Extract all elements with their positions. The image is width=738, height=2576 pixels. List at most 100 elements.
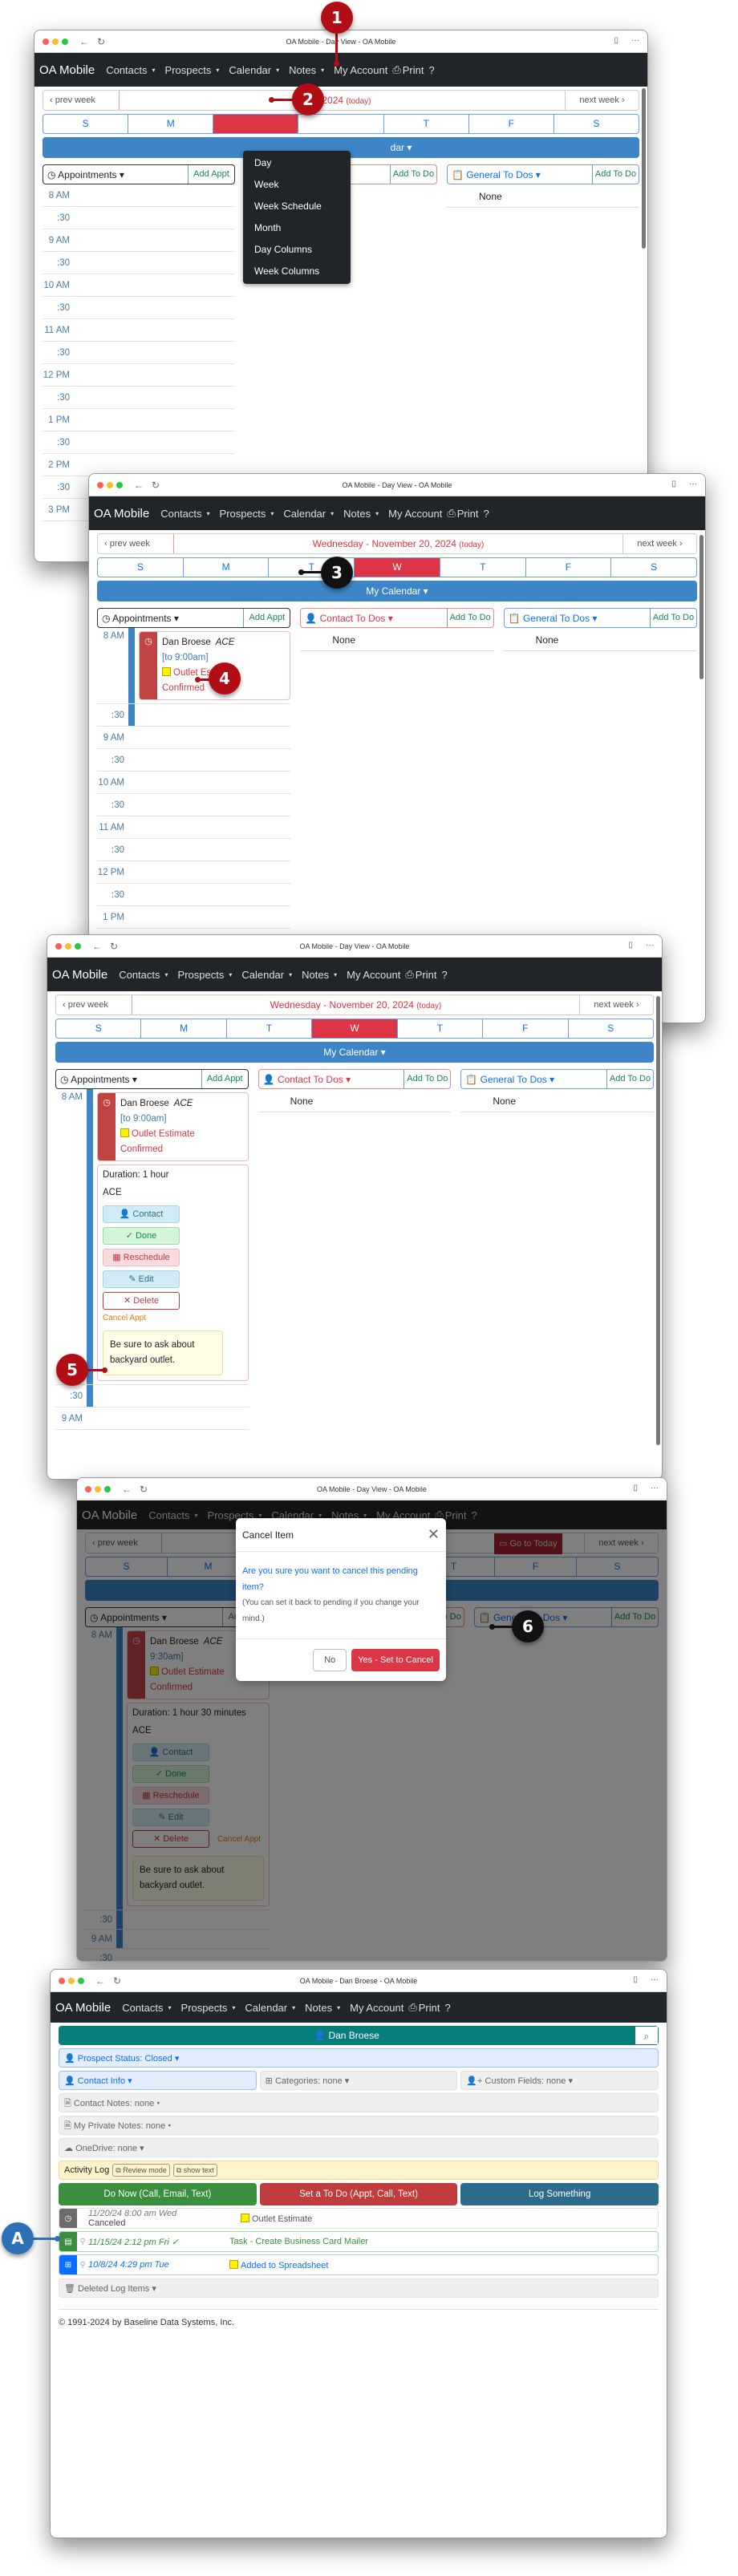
caret-down-icon[interactable]: ▾ [232,2004,235,2011]
day-fri[interactable]: F [483,1019,569,1038]
nav-help[interactable]: ? [428,64,434,76]
day-tue[interactable] [213,115,299,133]
add-appt-button[interactable]: Add Appt [201,1070,248,1088]
nav-contacts[interactable]: Contacts [122,2002,163,2014]
back-arrow-icon[interactable]: ← [122,1484,132,1495]
printer-icon[interactable]: ⎙ [392,63,400,76]
time-slot[interactable]: :30 [43,342,235,364]
nav-print[interactable]: Print [403,64,424,76]
caret-down-icon[interactable]: ▾ [229,971,232,978]
do-now-button[interactable]: Do Now (Call, Email, Text) [59,2183,257,2205]
menu-item-month[interactable]: Month [243,217,351,239]
appointments-dropdown[interactable]: ◷ Appointments ▾ [98,613,243,624]
no-button[interactable]: No [313,1649,347,1671]
log-item[interactable]: ▤ ⚲ 11/15/24 2:12 pm Fri ✓ Task - Create … [59,2231,659,2252]
nav-prospects[interactable]: Prospects [220,508,266,520]
more-icon[interactable]: ··· [651,1975,659,1984]
time-slot[interactable]: 12 PM [97,861,291,884]
day-sun[interactable]: S [43,115,129,133]
custom-fields-dropdown[interactable]: 👤+ Custom Fields: none ▾ [460,2071,659,2090]
close-window-button[interactable] [97,481,103,488]
day-mon[interactable]: M [184,558,270,577]
caret-down-icon[interactable]: ▾ [334,971,337,978]
set-todo-button[interactable]: Set a To Do (Appt, Call, Text) [259,2183,458,2205]
time-slot[interactable]: 10 AM [43,274,235,297]
reload-icon[interactable]: ↻ [152,480,160,491]
reload-icon[interactable]: ↻ [97,36,105,47]
onedrive-dropdown[interactable]: ☁ OneDrive: none ▾ [59,2138,659,2157]
menu-item-day[interactable]: Day [243,152,351,174]
nav-notes[interactable]: Notes [289,64,316,76]
add-appt-button[interactable]: Add Appt [243,609,290,627]
done-button[interactable]: ✓ Done [103,1227,180,1245]
my-calendar-dropdown[interactable]: My Calendar ▾ [97,581,697,601]
reschedule-button[interactable]: ▦ Reschedule [103,1249,180,1266]
day-sat[interactable]: S [554,115,639,133]
next-week-button[interactable]: next week › [622,534,696,553]
menu-item-week-columns[interactable]: Week Columns [243,261,351,282]
nav-help[interactable]: ? [483,508,489,520]
appointment-card[interactable]: ◷ Dan Broese ACE [to 9:00am] Outlet Estim… [97,1092,249,1161]
caret-down-icon[interactable]: ▾ [216,67,219,74]
nav-notes[interactable]: Notes [343,508,371,520]
yes-set-to-cancel-button[interactable]: Yes - Set to Cancel [351,1649,440,1671]
scrollbar[interactable] [699,535,704,679]
pin-icon[interactable]: ⚲ [77,2238,88,2246]
prev-week-button[interactable]: ‹ prev week [43,91,120,110]
more-icon[interactable]: ··· [646,941,654,950]
day-sun[interactable]: S [56,1019,142,1038]
nav-prospects[interactable]: Prospects [181,2002,228,2014]
time-slot[interactable]: 12 PM [43,364,235,387]
delete-button[interactable]: ✕ Delete [103,1292,180,1310]
day-fri[interactable]: F [526,558,612,577]
day-sat[interactable]: S [611,558,696,577]
nav-contacts[interactable]: Contacts [106,64,147,76]
caret-down-icon[interactable]: ▾ [165,971,168,978]
brand-logo[interactable]: OA Mobile [55,2001,111,2015]
menu-item-week-schedule[interactable]: Week Schedule [243,196,351,217]
day-fri[interactable]: F [469,115,554,133]
deleted-log-items-dropdown[interactable]: 🗑 Deleted Log Items ▾ [59,2278,659,2298]
day-wed[interactable]: W [312,1019,398,1038]
show-text-button[interactable]: ⧉ show text [172,2164,217,2177]
time-slot[interactable]: :30 [43,252,235,274]
nav-help[interactable]: ? [441,969,447,981]
time-slot[interactable]: :30 [43,387,235,409]
time-slot[interactable]: :30 [43,431,235,454]
day-mon[interactable]: M [141,1019,227,1038]
time-slot[interactable]: 11 AM [97,816,291,839]
cancel-appt-link[interactable]: Cancel Appt [103,1314,243,1322]
contact-todos-dropdown[interactable]: 👤 Contact To Dos ▾ [301,613,446,624]
day-tue[interactable]: T [227,1019,313,1038]
log-item[interactable]: ⊞ ⚲ 10/8/24 4:29 pm Tue Added to Spreadsh… [59,2254,659,2275]
general-todos-dropdown[interactable]: 📋 General To Dos ▾ [505,613,650,624]
time-slot[interactable]: 11 AM [43,319,235,342]
scrollbar[interactable] [656,996,660,1445]
nav-print[interactable]: Print [416,969,437,981]
nav-calendar[interactable]: Calendar [241,969,284,981]
nav-print[interactable]: Print [419,2002,440,2014]
nav-notes[interactable]: Notes [302,969,329,981]
general-todos-dropdown[interactable]: 📋 General To Dos ▾ [461,1074,606,1085]
close-window-button[interactable] [43,38,49,45]
back-arrow-icon[interactable]: ← [92,941,102,952]
minimize-window-button[interactable] [52,38,59,45]
maximize-window-button[interactable] [75,942,81,950]
brand-logo[interactable]: OA Mobile [94,507,149,520]
contact-name[interactable]: 👤 Dan Broese [59,2026,635,2045]
reader-icon[interactable]: ▯ [614,36,618,45]
time-slot[interactable]: :30 [97,704,291,727]
contact-button[interactable]: 👤 Contact [103,1205,180,1223]
printer-icon[interactable]: ⎙ [447,507,455,520]
back-arrow-icon[interactable]: ← [95,1975,105,1987]
add-general-todo-button[interactable]: Add To Do [606,1070,653,1088]
caret-down-icon[interactable]: ▾ [337,2004,340,2011]
time-slot[interactable]: 8 AM [43,184,235,207]
menu-item-week[interactable]: Week [243,174,351,196]
log-item[interactable]: ◷ 11/20/24 8:00 am Wed Canceled Outlet E… [59,2208,659,2229]
nav-calendar[interactable]: Calendar [229,64,271,76]
caret-down-icon[interactable]: ▾ [276,67,279,74]
reload-icon[interactable]: ↻ [110,941,118,952]
close-icon[interactable]: ✕ [428,1526,440,1543]
more-icon[interactable]: ··· [651,1484,659,1493]
